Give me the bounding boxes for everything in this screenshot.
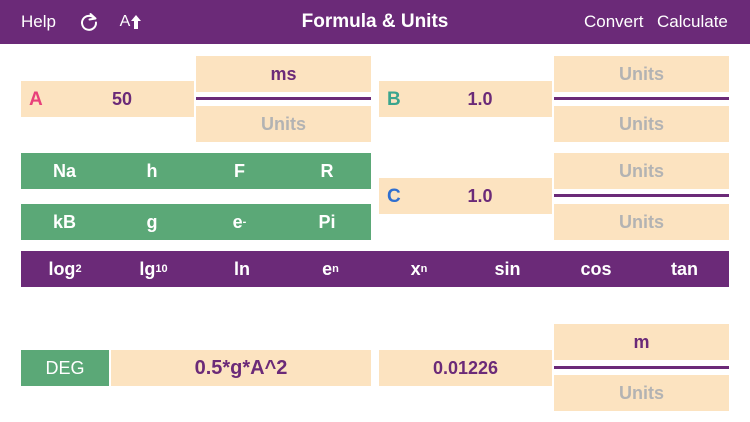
constant-na-button[interactable]: Na <box>21 153 108 189</box>
variable-c-unit-denominator-text: Units <box>619 211 664 232</box>
cos-button[interactable]: cos <box>552 251 640 287</box>
log2-button[interactable]: log 2 <box>21 251 109 287</box>
functions-row: log 2 lg 10 ln en xn sin cos tan <box>21 251 729 287</box>
lg10-label: lg <box>139 258 156 279</box>
font-size-label: A <box>119 13 131 30</box>
variable-c-unit-denominator[interactable]: Units <box>554 204 729 240</box>
constant-electron-label: e <box>232 211 243 232</box>
power-exponent: n <box>420 263 428 275</box>
sin-button[interactable]: sin <box>463 251 552 287</box>
exp-power: n <box>332 263 339 275</box>
result-unit-numerator-text: m <box>633 331 650 352</box>
power-label: x <box>410 258 421 279</box>
variable-c-unit-divider <box>554 194 729 200</box>
angle-mode-toggle[interactable]: DEG <box>21 350 109 386</box>
constant-h-button[interactable]: h <box>108 153 196 189</box>
tan-button[interactable]: tan <box>640 251 729 287</box>
variable-b-unit-numerator-text: Units <box>619 63 664 84</box>
navigation-bar: Help A Formula & Units Convert Calculate <box>0 0 750 44</box>
exp-label: e <box>322 258 333 279</box>
exp-button[interactable]: en <box>286 251 375 287</box>
variable-a-unit-denominator-text: Units <box>261 113 306 134</box>
arrow-up-icon <box>131 15 142 29</box>
variable-b-value: 1.0 <box>467 89 493 109</box>
log2-label: log <box>48 258 76 279</box>
lg10-base: 10 <box>155 263 168 275</box>
constants-row-1: Na h F R <box>21 153 371 189</box>
calculate-button[interactable]: Calculate <box>657 0 728 44</box>
variable-c-unit-numerator[interactable]: Units <box>554 153 729 189</box>
constant-electron-sign: - <box>242 216 247 228</box>
result-unit-divider <box>554 366 729 372</box>
variable-b-unit-denominator-text: Units <box>619 113 664 134</box>
font-size-button[interactable]: A <box>117 0 145 44</box>
log2-base: 2 <box>75 263 82 275</box>
result-value: 0.01226 <box>432 357 499 378</box>
variable-b-unit-denominator[interactable]: Units <box>554 106 729 142</box>
result-unit-denominator-text: Units <box>619 382 664 403</box>
variable-a-value: 50 <box>111 89 133 109</box>
variable-a-label: A <box>29 89 43 110</box>
formula-expression: 0.5*g*A^2 <box>194 356 288 379</box>
variable-c-value: 1.0 <box>467 186 493 206</box>
variable-b-unit-numerator[interactable]: Units <box>554 56 729 92</box>
constant-r-button[interactable]: R <box>283 153 371 189</box>
variable-b-label: B <box>387 89 401 110</box>
constant-kb-button[interactable]: kB <box>21 204 108 240</box>
help-button[interactable]: Help <box>21 0 56 44</box>
constant-electron-button[interactable]: e- <box>196 204 283 240</box>
constants-row-2: kB g e- Pi <box>21 204 371 240</box>
constant-g-button[interactable]: g <box>108 204 196 240</box>
lg10-button[interactable]: lg 10 <box>109 251 198 287</box>
constant-pi-button[interactable]: Pi <box>283 204 371 240</box>
result-unit-denominator[interactable]: Units <box>554 375 729 411</box>
constant-f-button[interactable]: F <box>196 153 283 189</box>
formula-input[interactable]: 0.5*g*A^2 <box>111 350 371 386</box>
variable-a-unit-denominator[interactable]: Units <box>196 106 371 142</box>
convert-button[interactable]: Convert <box>584 0 644 44</box>
result-unit-numerator[interactable]: m <box>554 324 729 360</box>
variable-a-unit-numerator-text: ms <box>270 63 297 84</box>
power-button[interactable]: xn <box>375 251 463 287</box>
refresh-icon[interactable] <box>77 0 101 44</box>
variable-a-unit-divider <box>196 97 371 103</box>
variable-a-unit-numerator[interactable]: ms <box>196 56 371 92</box>
result-field: 0.01226 <box>379 350 552 386</box>
variable-c-label: C <box>387 186 401 207</box>
variable-b-unit-divider <box>554 97 729 103</box>
variable-c-unit-numerator-text: Units <box>619 160 664 181</box>
ln-button[interactable]: ln <box>198 251 286 287</box>
